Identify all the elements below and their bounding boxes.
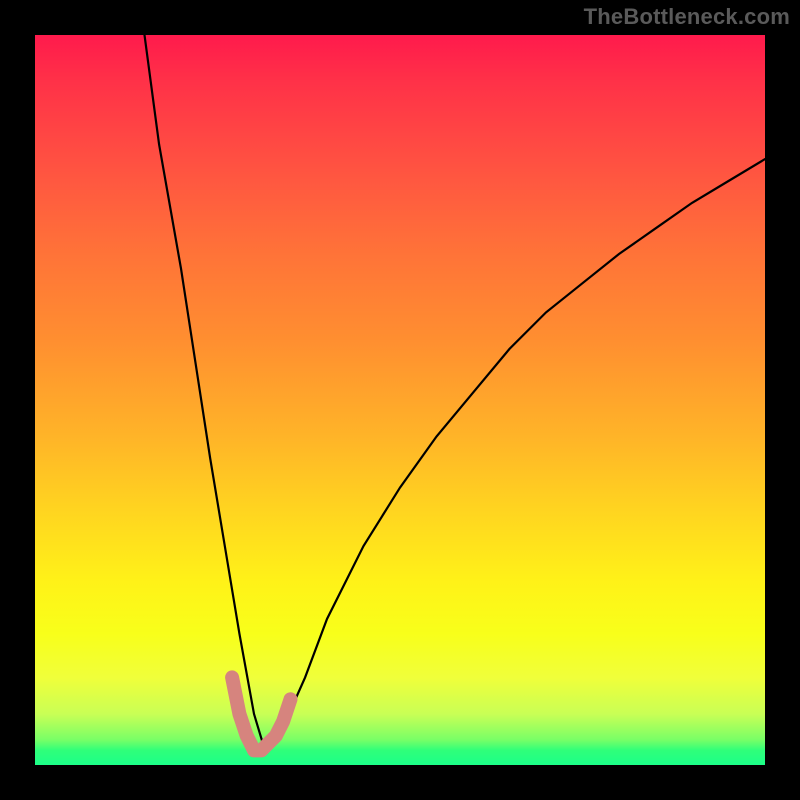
bottleneck-curve-line [145, 35, 766, 750]
chart-svg [35, 35, 765, 765]
watermark-text: TheBottleneck.com [584, 4, 790, 30]
chart-plot-area [35, 35, 765, 765]
